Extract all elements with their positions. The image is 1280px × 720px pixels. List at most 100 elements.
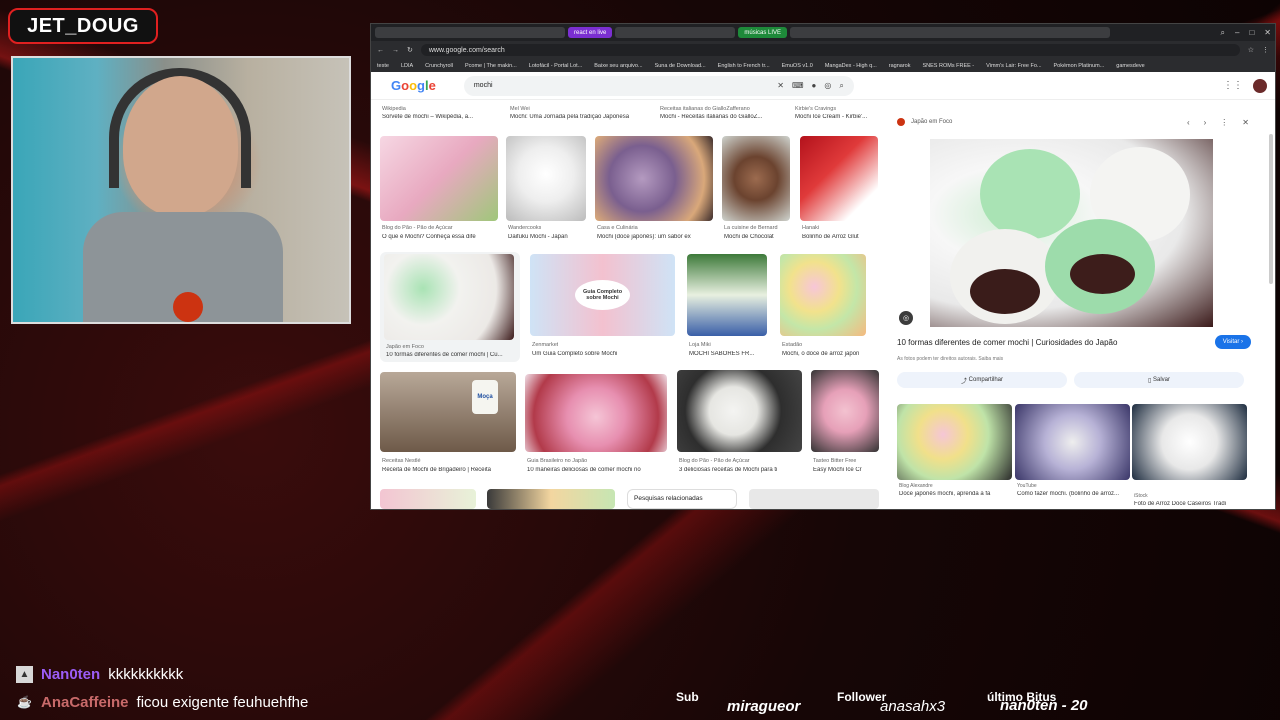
google-logo[interactable]: Google [391,78,436,93]
panel-title[interactable]: 10 formas diferentes de comer mochi | Cu… [897,338,1117,347]
bookmark-item[interactable]: LDIA [401,63,413,69]
chat-username: Nan0ten [41,665,101,683]
streamer-face [123,76,238,216]
forward-icon[interactable]: → [392,47,399,54]
address-bar: ← → ↻ www.google.com/search ☆ ⋮ [371,41,1275,59]
result-tile[interactable]: Casa e Culinária Mochi (doce japonês): u… [595,136,713,244]
search-input[interactable]: mochi [474,82,769,89]
result-tile[interactable]: Estadão Mochi, o doce de arroz japon [780,254,880,362]
google-header: Google mochi ✕ ⌨ ● ◎ ⌕ ⋮⋮ [371,72,1275,100]
prev-icon[interactable]: ‹ [1187,118,1190,127]
result-tile[interactable]: Blog do Pão - Pão de Açúcar O que é Moch… [380,136,498,244]
preview-image[interactable] [930,139,1213,327]
panel-source[interactable]: Japão em Foco [911,119,952,125]
tab-react[interactable]: react en live [568,27,613,38]
bookmark-item[interactable]: Pcome | The makin... [465,63,517,69]
next-icon[interactable]: › [1204,118,1207,127]
result-tile[interactable]: Blog do Pão - Pão de Açúcar 3 deliciosas… [677,370,802,482]
result-image [800,136,878,221]
result-image [525,374,667,452]
result-tile[interactable] [487,489,615,509]
result-tile[interactable]: Hanaki Bolinho de Arroz Glut [800,136,878,244]
sub-value: miragueor [727,698,801,715]
related-image[interactable] [1132,404,1247,480]
result-tile-selected[interactable]: Japão em Foco 10 formas diferentes de co… [380,252,520,362]
close-panel-icon[interactable]: ✕ [1242,118,1249,127]
result-image [722,136,790,221]
result-tile[interactable]: Tasteo Bitter Free Easy Mochi Ice Cr [811,370,879,482]
result-image: Moça [380,372,516,452]
streamer-name: JET_DOUG [27,14,139,37]
tab-group[interactable] [375,27,565,38]
result-image [506,136,586,221]
star-icon[interactable]: ☆ [1248,46,1254,54]
related-image[interactable] [897,404,1012,480]
browser-window: react en live músicas LIVE ⌕ – □ ✕ ← → ↻… [370,23,1276,510]
bookmark-item[interactable]: Pokémon Platinum... [1054,63,1105,69]
sub-label: Sub [676,690,699,704]
tab-group[interactable] [790,27,1111,38]
tab-music[interactable]: músicas LIVE [738,27,788,38]
window-controls: ⌕ – □ ✕ [1221,28,1271,38]
scrollbar[interactable] [1269,134,1273,284]
related-searches[interactable]: Pesquisas relacionadas [627,489,737,509]
result-tile[interactable]: Guia Brasileiro no Japão 10 maneiras del… [525,374,667,482]
lens-icon[interactable]: ◎ [899,311,913,325]
search-icon[interactable]: ⌕ [839,81,843,91]
badge-icon: ▲ [16,665,33,683]
save-button[interactable]: ▯ Salvar [1074,372,1244,388]
menu-icon[interactable]: ⋮ [1262,46,1269,54]
mic-icon[interactable]: ● [812,81,817,90]
bookmark-item[interactable]: Vimm's Lair: Free Fo... [986,63,1041,69]
clear-icon[interactable]: ✕ [777,81,784,90]
follower-widget: Follower [837,690,886,704]
result-tile[interactable]: Kirbie's Cravings Mochi Ice Cream - Kirb… [793,104,883,126]
maximize-icon[interactable]: □ [1249,28,1254,38]
more-icon[interactable]: ⋮ [1220,118,1228,127]
bookmark-item[interactable]: Suna de Download... [655,63,706,69]
panel-header: Japão em Foco ‹ › ⋮ ✕ [889,114,1255,130]
bookmark-item[interactable]: English to French tr... [718,63,770,69]
bookmark-item[interactable]: Crunchyroll [425,63,453,69]
result-tile[interactable]: Wandercooks Daifuku Mochi - Japan [506,136,586,244]
minimize-icon[interactable]: – [1235,28,1239,38]
streamer-name-box: JET_DOUG [8,8,158,44]
site-favicon-icon [897,118,905,126]
related-image[interactable] [1015,404,1130,480]
back-icon[interactable]: ← [377,47,384,54]
result-tile[interactable] [380,489,476,509]
result-image [380,136,498,221]
apps-grid-icon[interactable]: ⋮⋮ [1223,80,1243,91]
camera-icon[interactable]: ◎ [824,81,831,90]
result-tile[interactable]: Wikipedia Sorvete de mochi – Wikipédia, … [380,104,500,126]
result-tile[interactable]: Guia Completo sobre Mochi Zenmarket Um G… [530,254,675,362]
result-tile[interactable]: Loja Miki MOCHI SABORES FR... [687,254,767,362]
result-image [384,254,514,340]
bookmark-item[interactable]: teste [377,63,389,69]
bookmark-item[interactable]: Baixe seu arquivo... [594,63,642,69]
tab-group[interactable] [615,27,736,38]
bookmark-item[interactable]: MangaDex - High q... [825,63,877,69]
bookmark-item[interactable]: Lotofácil - Portal Lot... [529,63,583,69]
result-tile[interactable]: Moça Receitas Nestlé Receita de Mochi de… [380,372,516,482]
result-tile[interactable] [749,489,879,509]
search-box[interactable]: mochi ✕ ⌨ ● ◎ ⌕ [463,75,854,96]
bookmark-item[interactable]: ragnarok [889,63,911,69]
result-tile[interactable]: Mel Wei Mochi: Uma Jornada pela tradição… [508,104,658,126]
share-button[interactable]: ⤴ Compartilhar [897,372,1067,388]
result-image [595,136,713,221]
reload-icon[interactable]: ↻ [407,46,413,54]
keyboard-icon[interactable]: ⌨ [792,81,804,90]
close-icon[interactable]: ✕ [1264,28,1271,38]
result-tile[interactable]: La cuisine de Bernard Mochi de Chocolat [722,136,790,244]
bookmark-item[interactable]: gamesdeve [1116,63,1144,69]
visit-button[interactable]: Visitar › [1214,335,1251,349]
copyright-note: As fotos podem ter direitos autorais. Sa… [897,356,1004,362]
account-avatar[interactable] [1253,78,1267,93]
bookmark-item[interactable]: EmuOS v1.0 [782,63,813,69]
search-tabs-icon[interactable]: ⌕ [1221,28,1225,38]
result-tile[interactable]: Receitas italianas do GialloZafferano Mo… [658,104,788,126]
url-field[interactable]: www.google.com/search [420,44,1240,56]
bookmark-item[interactable]: SNES ROMs FREE - [923,63,975,69]
coffee-icon: ☕ [17,695,32,709]
